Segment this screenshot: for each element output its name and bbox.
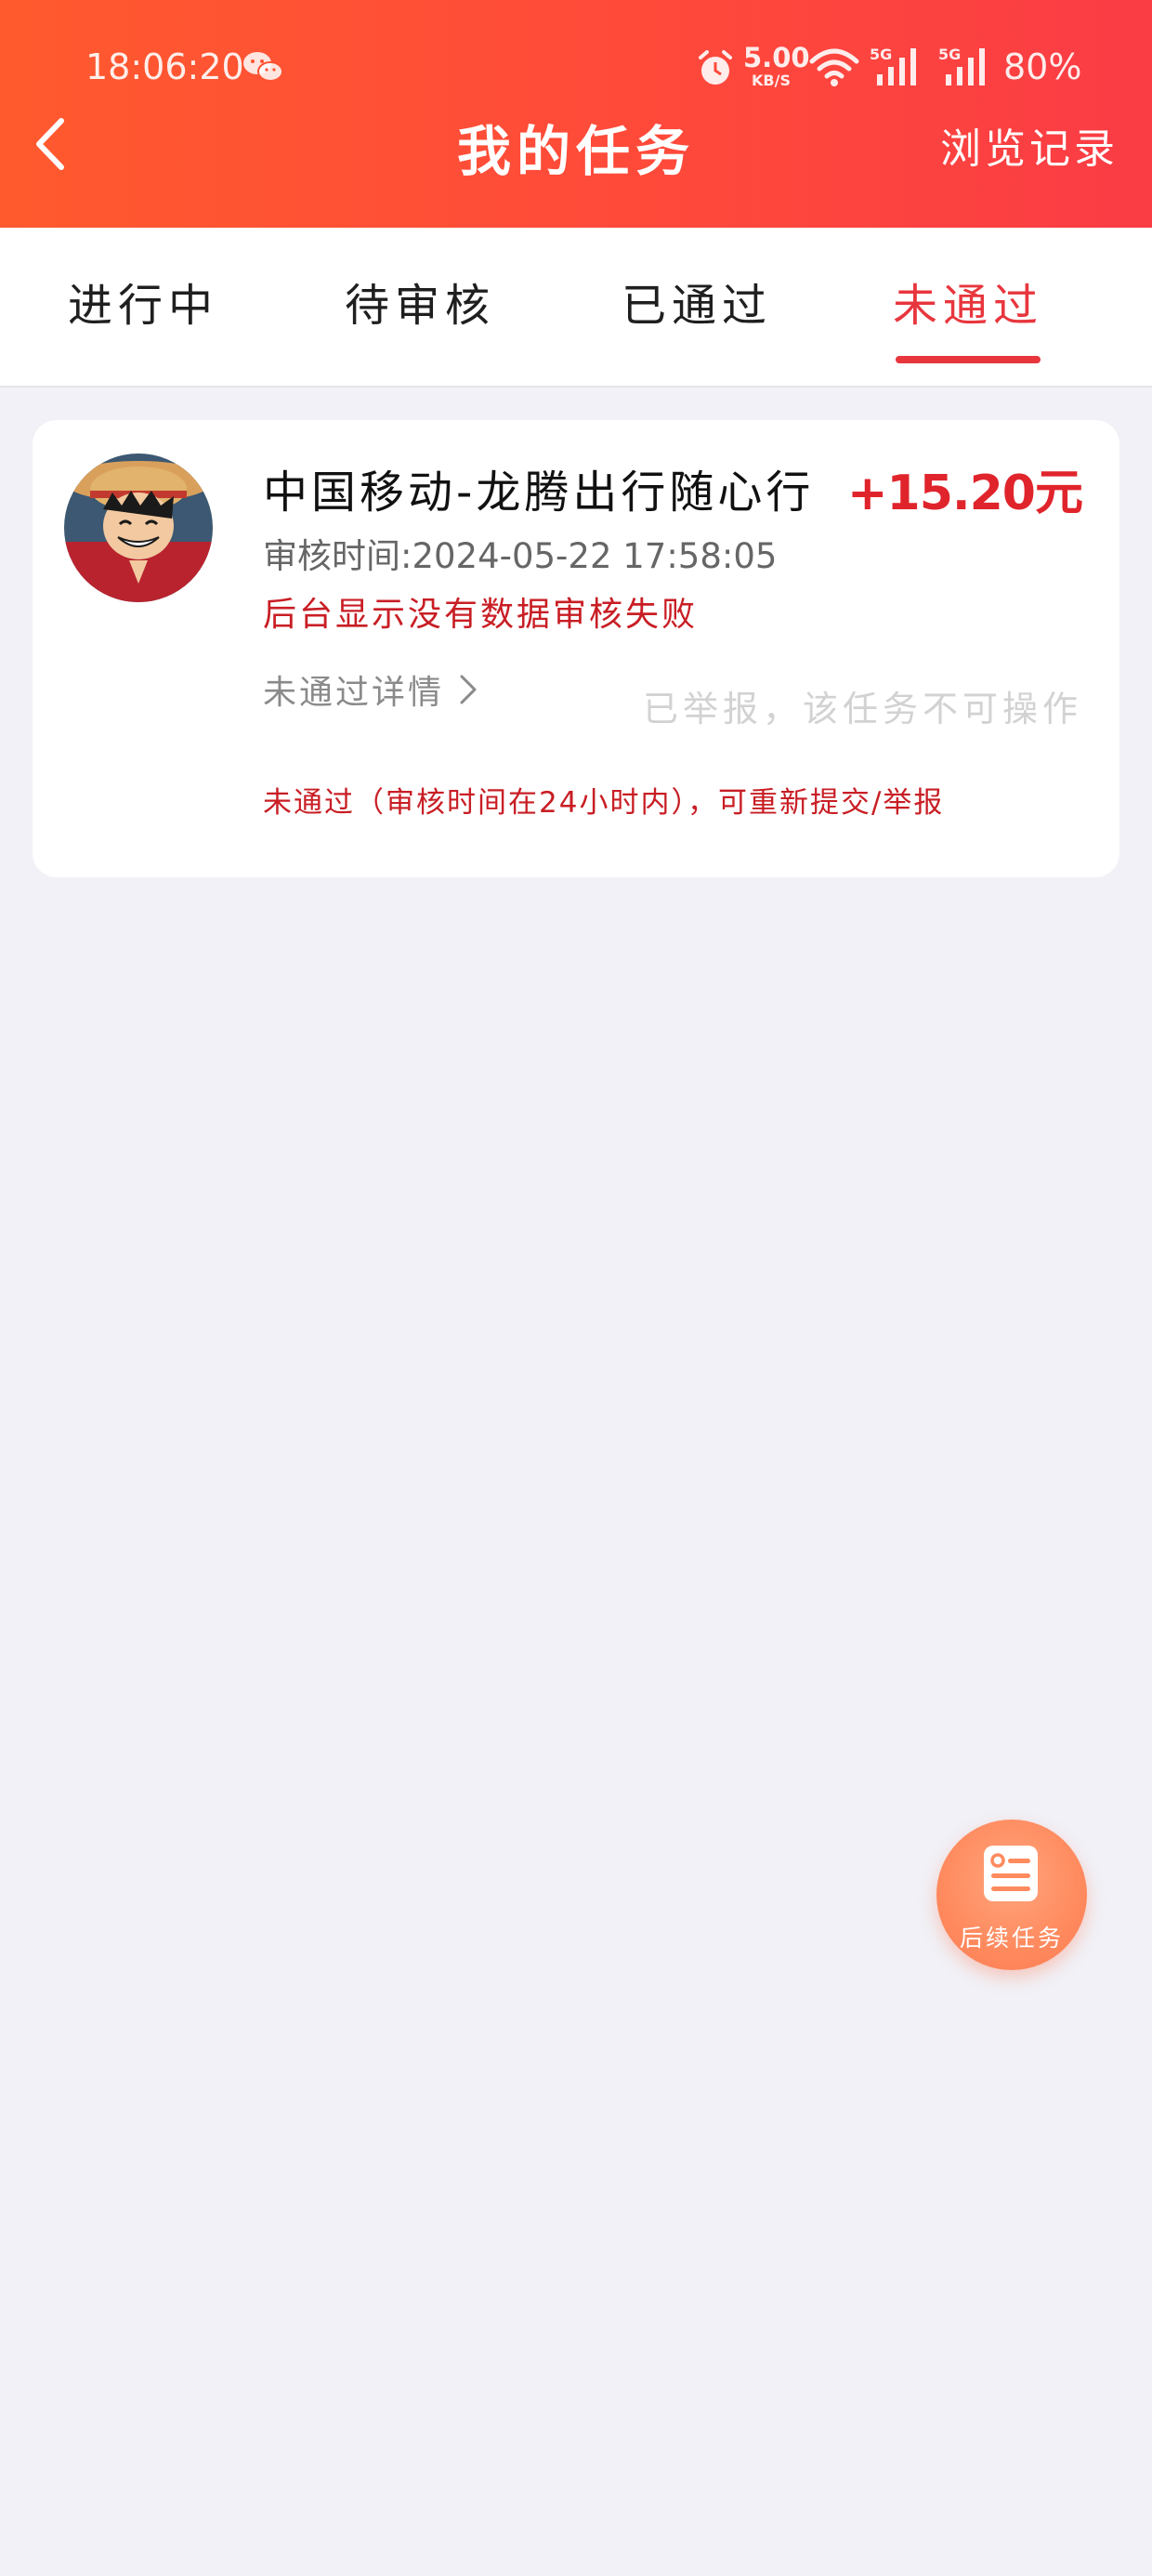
app-header: 18:06:20 5.00 KB/S 5G 5G 80% 我的任务 浏览记录: [0, 0, 1152, 228]
status-bar: 18:06:20 5.00 KB/S 5G 5G 80%: [0, 0, 1152, 121]
status-tabs: 进行中 待审核 已通过 未通过: [0, 228, 1152, 388]
tab-approved[interactable]: 已通过: [557, 228, 836, 388]
tab-rejected[interactable]: 未通过: [829, 228, 1107, 388]
tab-pending-review[interactable]: 待审核: [281, 228, 559, 388]
alarm-icon: [699, 50, 732, 85]
rejection-details-link[interactable]: 未通过详情: [263, 665, 479, 714]
signal-5g-icon: 5G: [938, 46, 985, 85]
resubmit-note: 未通过（审核时间在24小时内），可重新提交/举报: [263, 786, 945, 820]
task-title: 中国移动-龙腾出行随心行: [263, 467, 815, 519]
status-time: 18:06:20: [85, 46, 244, 87]
rejection-details-label: 未通过详情: [263, 674, 445, 712]
browse-history-button[interactable]: 浏览记录: [940, 115, 1119, 175]
signal-5g-icon: 5G: [870, 46, 916, 85]
task-reward: +15.20元: [846, 466, 1083, 521]
svg-text:5G: 5G: [870, 46, 892, 63]
wifi-icon: [809, 48, 859, 86]
avatar: [64, 453, 213, 602]
follow-up-tasks-button[interactable]: 后续任务: [936, 1820, 1087, 1970]
wechat-icon: [243, 52, 283, 82]
network-speed: 5.00 KB/S: [743, 42, 810, 89]
battery-level: 80%: [1003, 46, 1082, 87]
rejection-reason: 后台显示没有数据审核失败: [263, 596, 699, 634]
task-card[interactable]: 中国移动-龙腾出行随心行 +15.20元 审核时间:2024-05-22 17:…: [33, 420, 1119, 877]
active-tab-indicator: [896, 356, 1041, 363]
svg-text:5G: 5G: [938, 46, 961, 63]
reported-status-note: 已举报，该任务不可操作: [642, 689, 1082, 729]
tab-in-progress[interactable]: 进行中: [4, 228, 282, 388]
review-time: 审核时间:2024-05-22 17:58:05: [263, 536, 778, 576]
chevron-right-icon: [460, 675, 477, 704]
follow-up-tasks-label: 后续任务: [959, 1925, 1064, 1952]
task-list-icon: [984, 1846, 1038, 1901]
